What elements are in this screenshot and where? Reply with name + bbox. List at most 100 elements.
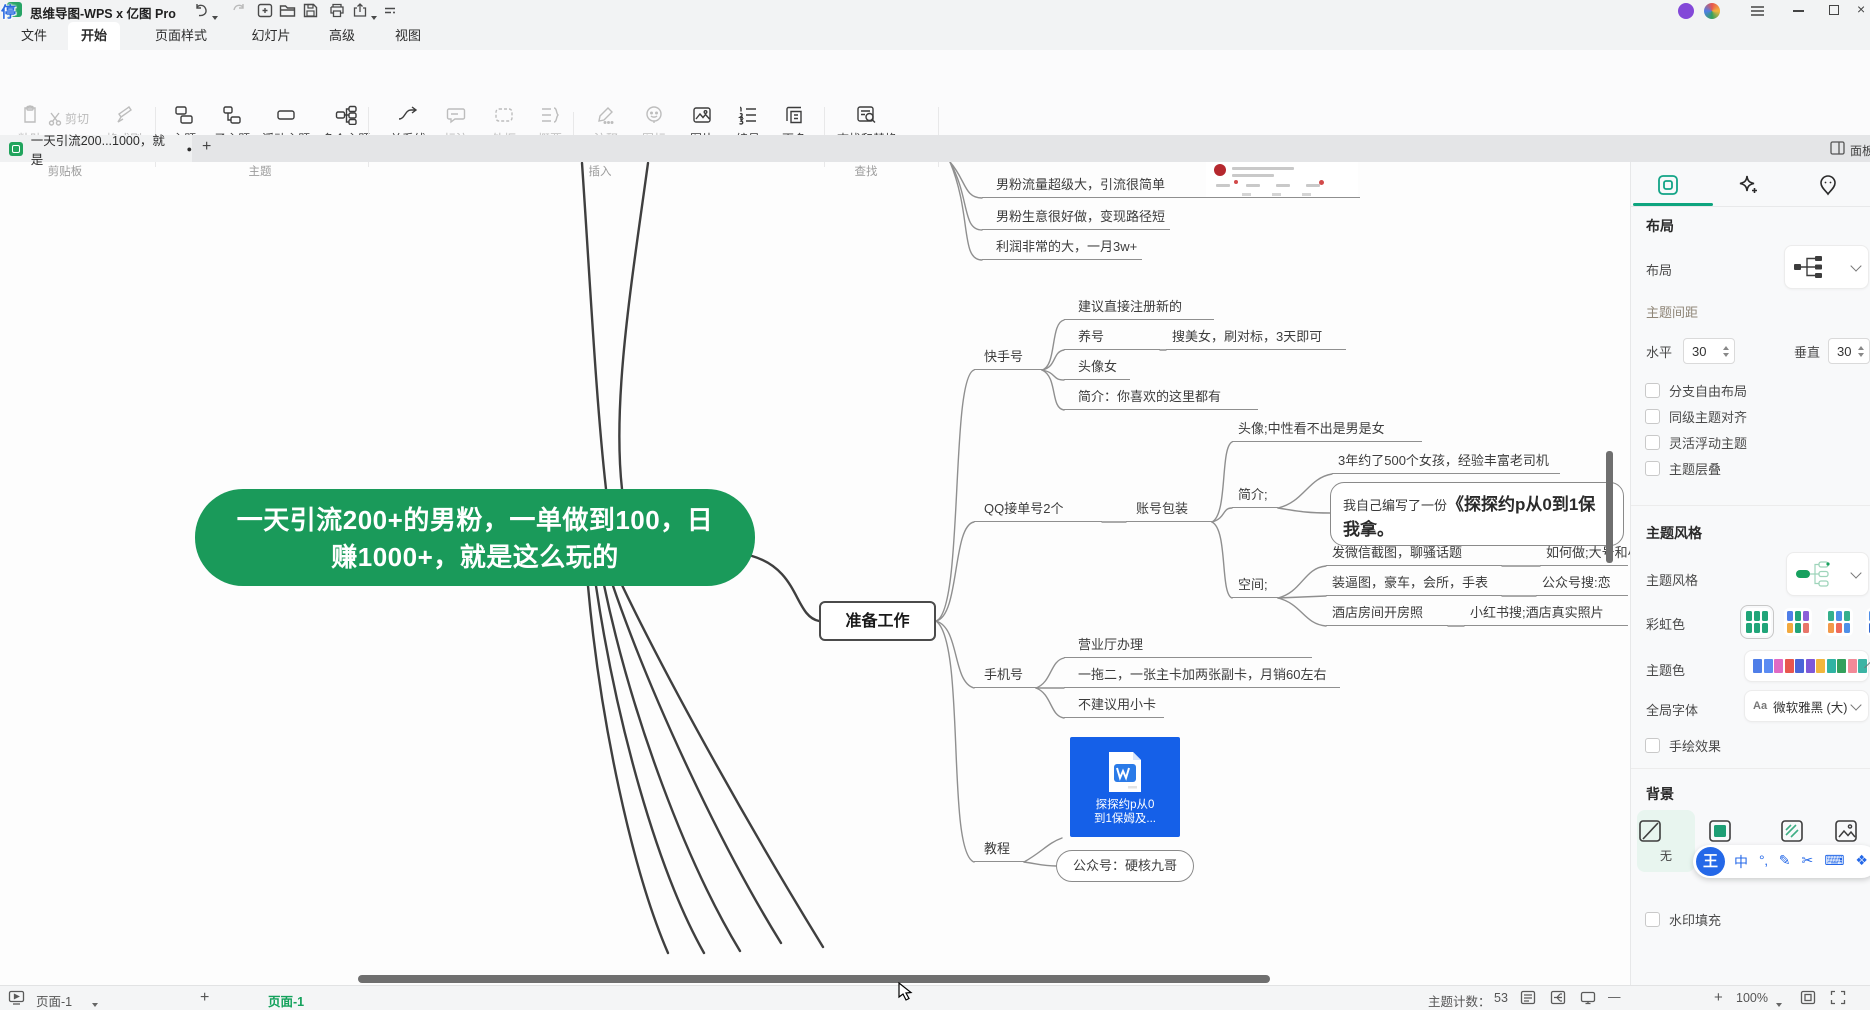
mindmap-node-gongzhonghao[interactable]: 公众号：硬核九哥 (1056, 850, 1194, 882)
zoom-in-button[interactable]: + (1714, 989, 1723, 1006)
presentation-view-icon[interactable] (1580, 990, 1596, 1005)
mindmap-node[interactable]: 教程 (974, 840, 1024, 862)
global-font-dropdown[interactable]: Aa 微软雅黑 (大) (1744, 690, 1869, 722)
mindmap-node[interactable]: 酒店房间开房照 (1326, 604, 1448, 626)
mindmap-node[interactable]: 头像;中性看不出是男是女 (1232, 420, 1422, 442)
mindmap-node[interactable]: 利润非常的大，一月3w+ (982, 238, 1142, 260)
save-icon[interactable] (303, 3, 321, 19)
ime-logo-icon[interactable]: 王 (1696, 847, 1725, 876)
print-icon[interactable] (329, 3, 347, 19)
mindmap-node[interactable]: 3年约了500个女孩，经验丰富老司机 (1332, 452, 1560, 474)
bg-none-tile[interactable]: 无 (1637, 810, 1695, 872)
menu-home[interactable]: 开始 (68, 22, 120, 50)
rainbow-swatch[interactable] (1866, 608, 1870, 636)
checkbox-sibling-align[interactable]: 同级主题对齐 (1645, 407, 1747, 426)
bg-image-tile[interactable] (1833, 818, 1859, 844)
mindmap-root-node[interactable]: 一天引流200+的男粉，一单做到100，日赚1000+，就是这么玩的 (195, 489, 755, 586)
theme-style-dropdown[interactable] (1786, 552, 1869, 596)
split-view-icon[interactable] (1830, 141, 1845, 155)
rainbow-swatch[interactable] (1825, 608, 1853, 636)
mindmap-node[interactable]: 搜美女，刷对标，3天即可 (1166, 328, 1346, 350)
mindmap-node[interactable]: QQ接单号2个 (974, 500, 1102, 522)
tab-layout-panel[interactable] (1633, 168, 1703, 202)
layout-dropdown[interactable] (1784, 245, 1869, 289)
mindmap-node[interactable]: 如何做;大号和小 (1540, 544, 1628, 566)
ime-key[interactable]: °‚ (1759, 852, 1768, 872)
checkbox-topic-overlap[interactable]: 主题层叠 (1645, 459, 1721, 478)
ime-key[interactable]: ❖ (1855, 852, 1868, 872)
zoom-level[interactable]: 100% (1736, 991, 1768, 1005)
document-tab[interactable]: 一天引流200...1000，就是 ● (0, 135, 192, 162)
theme-color-icon[interactable] (1704, 3, 1720, 19)
slideshow-icon[interactable] (8, 990, 25, 1005)
user-avatar[interactable] (1678, 3, 1694, 19)
page-selector[interactable]: 页面-1 (36, 991, 72, 1010)
mindmap-node[interactable]: 空间; (1232, 576, 1278, 598)
mindmap-node[interactable]: 公众号搜:恋 (1536, 574, 1628, 596)
mindmap-node-prep[interactable]: 准备工作 (819, 601, 936, 641)
mindmap-node[interactable]: 建议直接注册新的 (1064, 298, 1214, 320)
mindmap-node[interactable]: 不建议用小卡 (1064, 696, 1164, 718)
mindmap-node[interactable]: 简介; (1232, 486, 1278, 508)
open-file-icon[interactable] (279, 3, 297, 19)
zoom-out-button[interactable]: — (1608, 990, 1621, 1004)
theme-color-dropdown[interactable] (1744, 650, 1869, 682)
menu-page-style[interactable]: 页面样式 (142, 22, 220, 50)
share-icon[interactable] (352, 3, 370, 19)
panel-toggle[interactable]: 面板 (1850, 142, 1870, 159)
mindmap-node[interactable]: 装逼图，豪车，会所，手表 (1326, 574, 1502, 596)
rainbow-swatch[interactable] (1784, 608, 1812, 636)
fit-screen-icon[interactable] (1800, 990, 1816, 1005)
mindmap-node[interactable]: 养号 (1064, 328, 1160, 350)
maximize-button[interactable] (1829, 5, 1839, 15)
mindmap-node[interactable]: 发微信截图，聊骚话题 (1326, 544, 1502, 566)
close-button[interactable]: × (1857, 2, 1865, 16)
new-tab-button[interactable]: + (202, 138, 211, 156)
ime-key[interactable]: ✎ (1779, 852, 1791, 872)
mindmap-node[interactable]: 账号包装 (1126, 500, 1212, 522)
horizontal-spacing-stepper[interactable]: 30 (1683, 338, 1735, 364)
redo-icon[interactable] (231, 3, 249, 19)
horizontal-scrollbar[interactable] (358, 975, 1270, 983)
checkbox-sketch-effect[interactable]: 手绘效果 (1645, 736, 1721, 755)
tab-ai-assistant[interactable] (1713, 168, 1783, 202)
new-file-icon[interactable] (257, 3, 275, 19)
menu-advanced[interactable]: 高级 (316, 22, 368, 50)
map-view-icon[interactable] (1550, 990, 1566, 1005)
hamburger-menu-icon[interactable] (1750, 4, 1765, 18)
ime-key[interactable]: ✂ (1801, 852, 1813, 872)
bg-solid-tile[interactable] (1707, 818, 1733, 844)
rainbow-swatch[interactable] (1743, 608, 1771, 636)
page-tab-active[interactable]: 页面-1 (268, 991, 304, 1010)
cut-button[interactable]: 剪切 (48, 110, 89, 127)
menu-view[interactable]: 视图 (382, 22, 434, 50)
mindmap-node[interactable]: 简介：你喜欢的这里都有 (1064, 388, 1258, 410)
checkbox-flexible-floating[interactable]: 灵活浮动主题 (1645, 433, 1747, 452)
outline-view-icon[interactable] (1520, 990, 1536, 1005)
menu-slides[interactable]: 幻灯片 (240, 22, 302, 50)
bg-pattern-tile[interactable] (1779, 818, 1805, 844)
zoom-caret-icon[interactable] (1776, 996, 1782, 1010)
add-page-button[interactable]: + (200, 989, 209, 1007)
page-selector-caret-icon[interactable] (92, 996, 98, 1010)
mindmap-node[interactable]: 男粉生意很好做，变现路径短 (982, 208, 1170, 230)
vertical-spacing-stepper[interactable]: 30 (1828, 338, 1870, 364)
mindmap-node[interactable]: 手机号 (974, 666, 1036, 688)
mindmap-node-detail[interactable]: 我自己编写了一份《探探约p从0到1保 我拿。 (1330, 482, 1624, 546)
mindmap-node[interactable]: 头像女 (1064, 358, 1130, 380)
attached-word-file[interactable]: 探探约p从0 到1保姆及... (1070, 737, 1180, 837)
mindmap-node[interactable]: 小红书搜;酒店真实照片 (1464, 604, 1628, 626)
mindmap-node[interactable]: 男粉流量超级大，引流很简单 (982, 176, 1360, 198)
ime-key[interactable]: ⌨ (1824, 852, 1844, 872)
ime-key[interactable]: 中 (1734, 852, 1748, 872)
mindmap-node[interactable]: 一拖二，一张主卡加两张副卡，月销60左右 (1064, 666, 1340, 688)
mindmap-node[interactable]: 营业厅办理 (1064, 636, 1312, 658)
recording-stop-badge[interactable]: 停 (1, 1, 16, 22)
checkbox-watermark-fill[interactable]: 水印填充 (1645, 910, 1721, 929)
tab-icon-mark[interactable] (1793, 168, 1863, 202)
more-toolbar-icon[interactable] (383, 3, 401, 19)
mindmap-node[interactable]: 快手号 (974, 348, 1042, 370)
menu-file[interactable]: 文件 (8, 22, 60, 50)
vertical-scrollbar[interactable] (1606, 451, 1613, 563)
fullscreen-icon[interactable] (1830, 990, 1846, 1005)
